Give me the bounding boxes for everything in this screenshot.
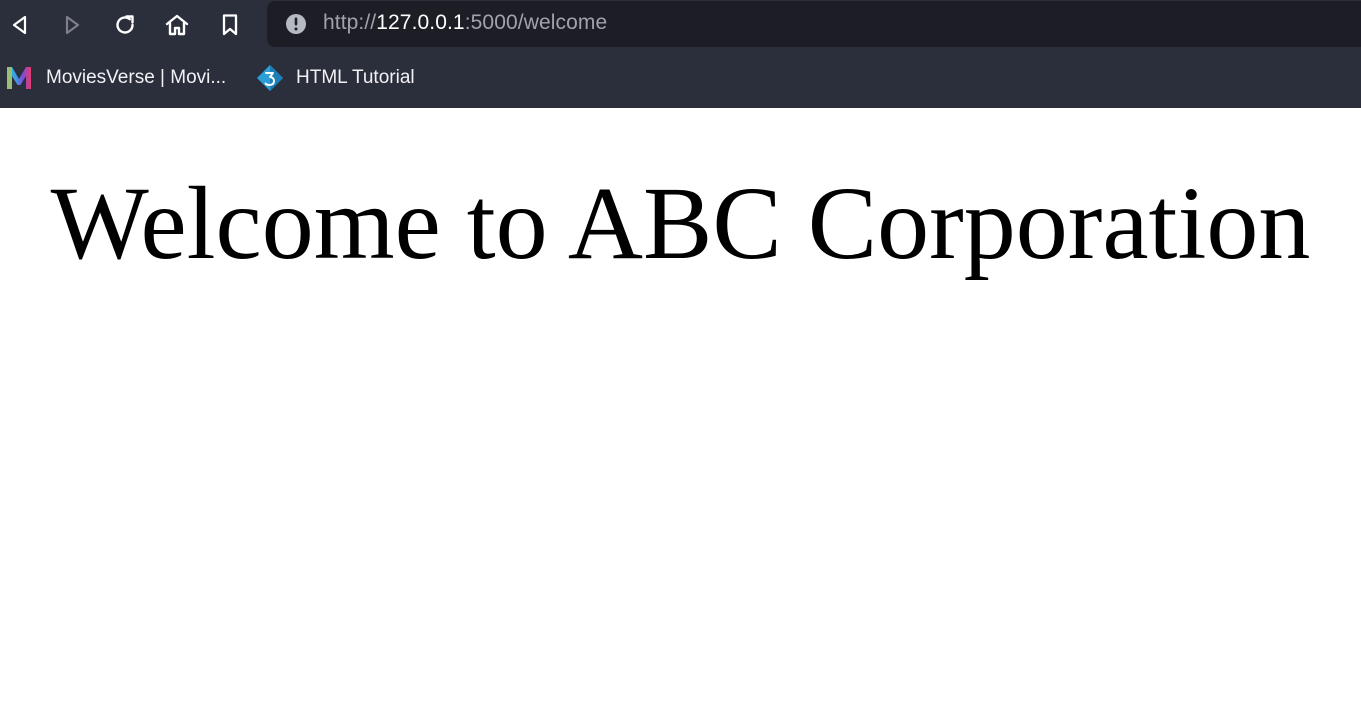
not-secure-info-icon[interactable] bbox=[285, 13, 307, 35]
page-content: Welcome to ABC Corporation bbox=[0, 108, 1361, 726]
moviesverse-logo-icon bbox=[7, 67, 31, 89]
back-arrow-icon bbox=[12, 15, 27, 35]
back-button[interactable] bbox=[3, 8, 37, 42]
forward-button[interactable] bbox=[55, 8, 89, 42]
bookmark-html-tutorial[interactable]: HTML Tutorial bbox=[256, 62, 415, 94]
url-text[interactable]: http://127.0.0.1:5000/welcome bbox=[323, 11, 607, 35]
bookmark-page-button[interactable] bbox=[213, 8, 247, 42]
url-scheme: http:// bbox=[323, 11, 377, 34]
address-bar[interactable]: http://127.0.0.1:5000/welcome bbox=[267, 1, 1361, 47]
page-title: Welcome to ABC Corporation bbox=[50, 166, 1311, 281]
forward-arrow-icon bbox=[65, 15, 80, 35]
reload-button[interactable] bbox=[108, 8, 142, 42]
bookmarks-bar: MoviesVerse | Movi... HTML Tutorial bbox=[0, 50, 1361, 108]
bookmark-icon bbox=[222, 14, 238, 36]
browser-chrome: http://127.0.0.1:5000/welcome MoviesVers… bbox=[0, 0, 1361, 108]
reload-icon bbox=[116, 15, 134, 34]
bookmark-label: MoviesVerse | Movi... bbox=[46, 67, 227, 88]
browser-toolbar: http://127.0.0.1:5000/welcome bbox=[0, 0, 1361, 50]
bookmark-label: HTML Tutorial bbox=[296, 67, 415, 88]
home-icon bbox=[165, 14, 189, 36]
w3schools-logo-icon bbox=[257, 65, 283, 91]
bookmark-moviesverse[interactable]: MoviesVerse | Movi... bbox=[5, 62, 226, 94]
home-button[interactable] bbox=[160, 8, 194, 42]
url-path: :5000/welcome bbox=[464, 11, 608, 34]
url-host: 127.0.0.1 bbox=[376, 11, 465, 34]
